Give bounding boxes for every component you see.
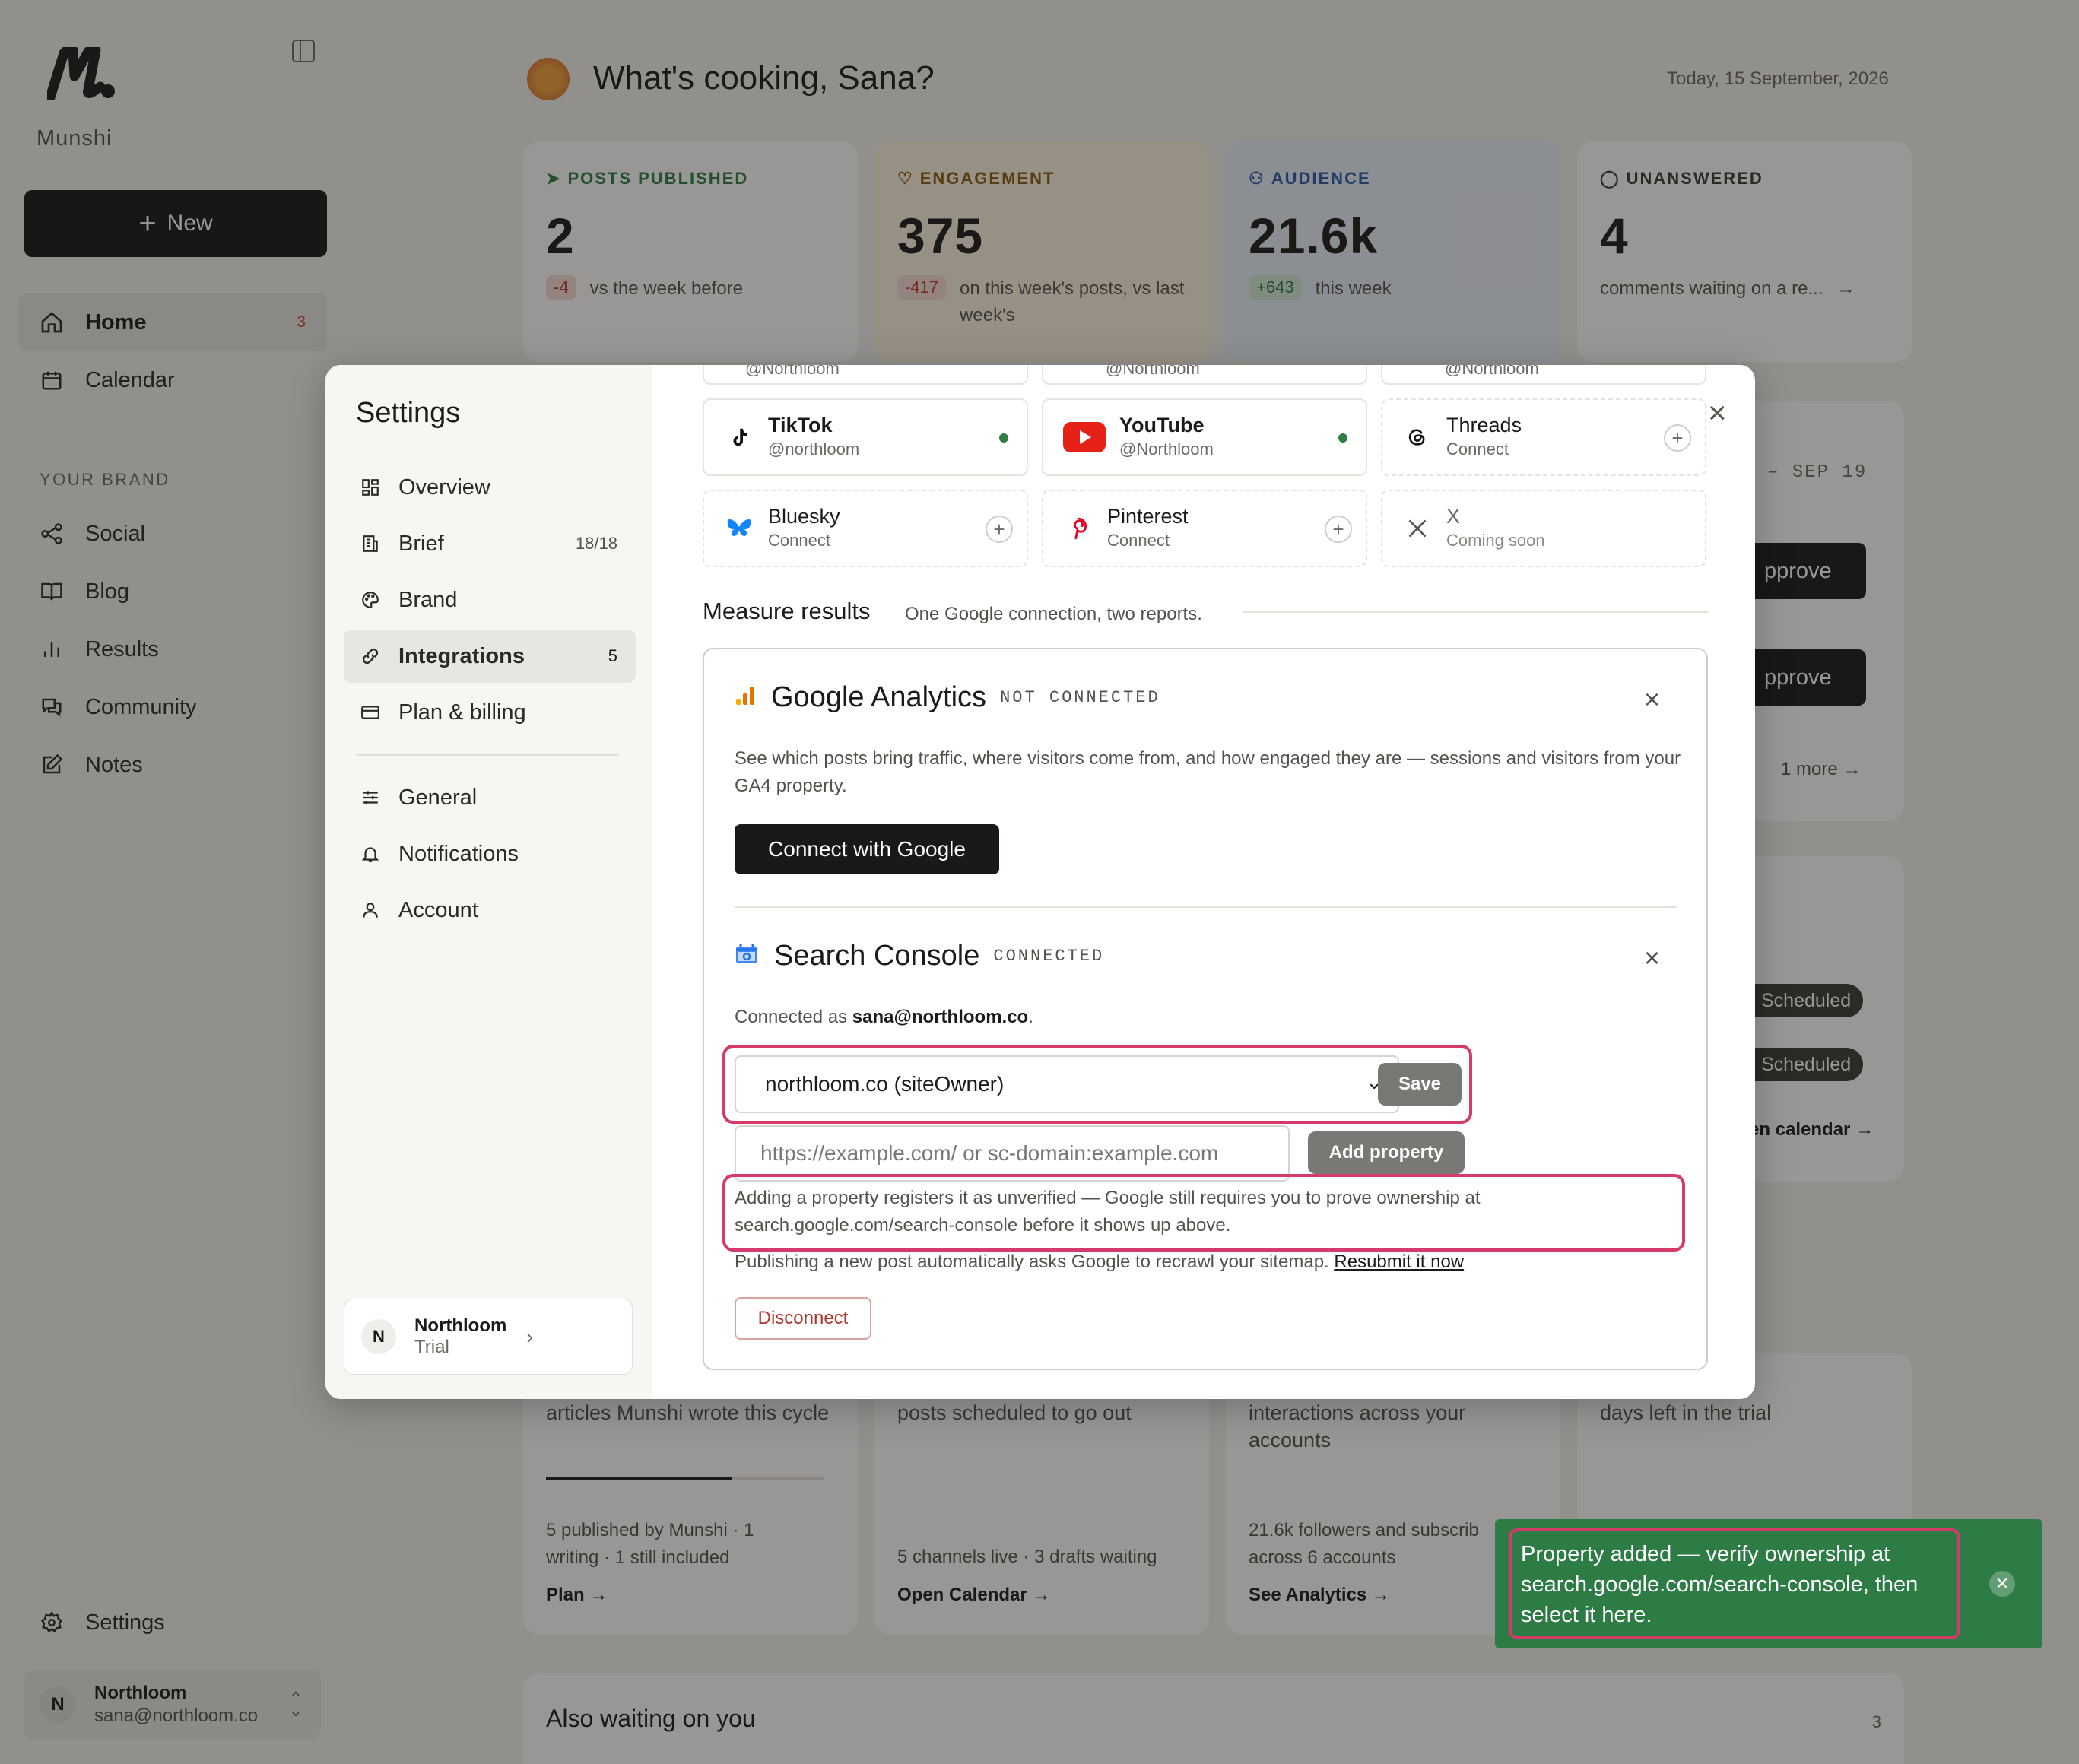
- chevron-right-icon: ›: [526, 1325, 533, 1348]
- search-console-title: Search Console: [774, 940, 980, 972]
- integration-tile-clipped[interactable]: @Northloom: [1042, 365, 1367, 385]
- search-console-icon: [735, 940, 759, 972]
- user-icon: [359, 899, 382, 922]
- workspace-switcher[interactable]: N Northloom Trial ›: [344, 1299, 633, 1375]
- status-tag: NOT CONNECTED: [1000, 688, 1160, 707]
- settings-nav-account[interactable]: Account: [344, 884, 636, 937]
- toast-message: Property added — verify ownership at sea…: [1509, 1528, 1960, 1639]
- tile-name: X: [1446, 505, 1461, 528]
- integration-tile-clipped[interactable]: @Northloom: [1381, 365, 1706, 385]
- tile-sub: Coming soon: [1446, 531, 1545, 550]
- add-property-note: Adding a property registers it as unveri…: [735, 1188, 1481, 1236]
- analytics-icon: [735, 681, 756, 714]
- toast-notification: Property added — verify ownership at sea…: [1495, 1519, 2042, 1648]
- close-modal-icon[interactable]: ×: [1708, 397, 1727, 429]
- add-integration-icon[interactable]: +: [1664, 424, 1691, 452]
- settings-nav-brand[interactable]: Brand: [344, 573, 636, 627]
- settings-nav-integrations[interactable]: Integrations 5: [344, 630, 636, 683]
- tile-name: Threads: [1446, 414, 1522, 436]
- remove-analytics-icon[interactable]: ×: [1644, 686, 1660, 713]
- palette-icon: [359, 589, 382, 611]
- measure-subtitle: One Google connection, two reports.: [905, 604, 1202, 624]
- sliders-icon: [359, 786, 382, 809]
- card-icon: [359, 701, 382, 724]
- tile-name: YouTube: [1119, 414, 1205, 436]
- tile-sub: Connect: [1107, 531, 1170, 550]
- link-icon: [359, 645, 382, 668]
- selected-property: northloom.co (siteOwner): [765, 1072, 1005, 1096]
- tile-sub: @Northloom: [1119, 439, 1214, 458]
- integration-pinterest[interactable]: Pinterest Connect +: [1042, 490, 1367, 567]
- close-toast-icon[interactable]: ✕: [1989, 1571, 2015, 1597]
- status-tag: CONNECTED: [993, 947, 1105, 966]
- recrawl-text: Publishing a new post automatically asks…: [735, 1252, 1465, 1272]
- workspace-name: Northloom: [414, 1315, 507, 1336]
- integration-bluesky[interactable]: Bluesky Connect +: [703, 490, 1028, 567]
- connected-dot: [1338, 433, 1347, 443]
- divider: [1243, 611, 1708, 613]
- pinterest-icon: [1063, 513, 1093, 544]
- disconnect-button[interactable]: Disconnect: [735, 1297, 871, 1340]
- integration-youtube[interactable]: YouTube @Northloom: [1042, 398, 1367, 476]
- avatar: N: [361, 1319, 396, 1354]
- workspace-plan: Trial: [414, 1337, 449, 1357]
- integration-tile-clipped[interactable]: @Northloom: [703, 365, 1028, 385]
- settings-nav-billing[interactable]: Plan & billing: [344, 686, 636, 739]
- tile-name: Pinterest: [1107, 505, 1189, 528]
- settings-modal: Settings Overview Brief 18/18 Brand Integ…: [325, 365, 1755, 1399]
- connected-email: sana@northloom.co: [852, 1007, 1029, 1027]
- youtube-icon: [1063, 422, 1106, 452]
- connected-as-text: Connected as sana@northloom.co.: [735, 1007, 1033, 1027]
- grid-icon: [359, 476, 382, 499]
- connected-dot: [999, 433, 1008, 443]
- x-logo-icon: [1402, 513, 1433, 544]
- divider: [356, 754, 619, 756]
- save-button[interactable]: Save: [1378, 1063, 1462, 1106]
- add-integration-icon[interactable]: +: [1325, 516, 1352, 543]
- integration-tiktok[interactable]: TikTok @northloom: [703, 398, 1028, 476]
- settings-nav-notifications[interactable]: Notifications: [344, 827, 636, 880]
- property-select[interactable]: northloom.co (siteOwner) ⌄: [735, 1055, 1399, 1113]
- divider: [735, 906, 1677, 908]
- settings-nav-brief[interactable]: Brief 18/18: [344, 517, 636, 570]
- measure-heading: Measure results: [703, 598, 871, 624]
- add-property-input[interactable]: https://example.com/ or sc-domain:exampl…: [735, 1125, 1290, 1182]
- connect-google-button[interactable]: Connect with Google: [735, 824, 999, 874]
- add-property-button[interactable]: Add property: [1308, 1131, 1465, 1174]
- tile-sub: @northloom: [768, 439, 860, 458]
- integration-threads[interactable]: Threads Connect +: [1381, 398, 1706, 476]
- tile-name: TikTok: [768, 414, 833, 436]
- bell-icon: [359, 842, 382, 865]
- search-console-header: Search Console CONNECTED: [735, 940, 1104, 972]
- add-integration-icon[interactable]: +: [986, 516, 1013, 543]
- threads-icon: [1402, 422, 1433, 452]
- analytics-header: Google Analytics NOT CONNECTED: [735, 681, 1160, 714]
- integration-x: X Coming soon: [1381, 490, 1706, 567]
- settings-nav-overview[interactable]: Overview: [344, 461, 636, 514]
- google-connection-box: Google Analytics NOT CONNECTED × See whi…: [703, 648, 1708, 1370]
- remove-search-console-icon[interactable]: ×: [1644, 944, 1660, 972]
- settings-nav: Settings Overview Brief 18/18 Brand Integ…: [325, 365, 652, 1399]
- analytics-title: Google Analytics: [771, 681, 987, 713]
- analytics-description: See which posts bring traffic, where vis…: [735, 748, 1681, 796]
- settings-nav-general[interactable]: General: [344, 771, 636, 824]
- tile-sub: Connect: [768, 531, 830, 550]
- tiktok-icon: [724, 422, 754, 452]
- tile-sub: Connect: [1446, 439, 1509, 458]
- building-icon: [359, 532, 382, 555]
- resubmit-link[interactable]: Resubmit it now: [1334, 1252, 1464, 1272]
- bluesky-icon: [724, 513, 754, 544]
- tile-name: Bluesky: [768, 505, 840, 528]
- settings-title: Settings: [356, 397, 461, 429]
